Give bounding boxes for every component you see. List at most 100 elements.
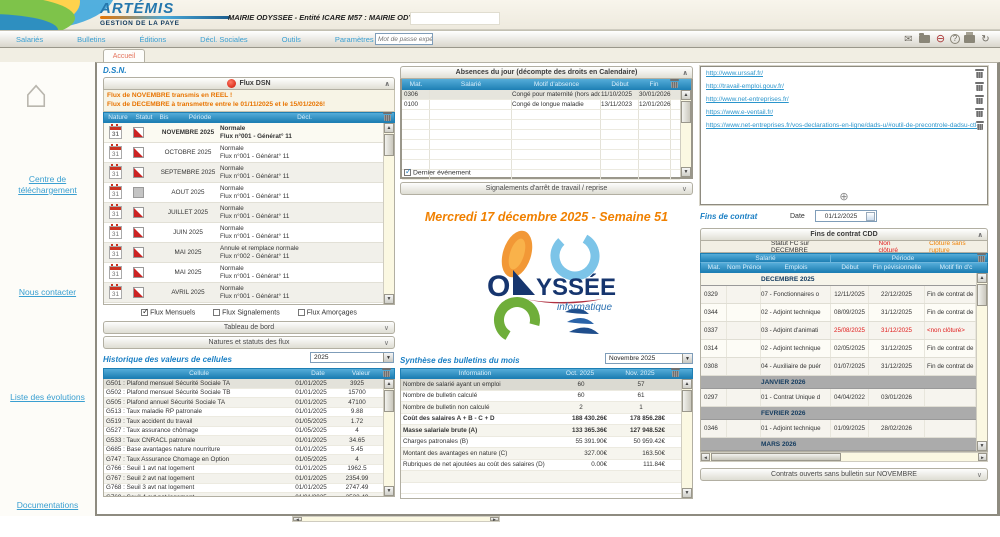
table-row[interactable]: 0100Congé de longue maladie13/11/202312/… bbox=[402, 100, 680, 110]
menu-salaries[interactable]: Salariés bbox=[16, 35, 43, 44]
content-horizontal-scrollbar[interactable]: ◄ ► bbox=[292, 516, 500, 522]
collapse-icon[interactable]: ∧ bbox=[977, 231, 983, 239]
natures-statuts-bar[interactable]: Natures et statuts des flux∨ bbox=[103, 336, 395, 349]
vertical-scrollbar[interactable]: ▲▼ bbox=[383, 123, 394, 304]
table-row[interactable]: G747 : Taux Assurance Chomage en Option0… bbox=[104, 455, 383, 465]
table-row[interactable]: G513 : Taux maladie RP patronale01/01/20… bbox=[104, 408, 383, 418]
net-entreprises-link[interactable]: http://www.net-entreprises.fr/ bbox=[706, 96, 789, 103]
date-input[interactable]: 01/12/2025 bbox=[815, 210, 877, 222]
table-row[interactable]: G505 : Plafond annuel Sécurité Sociale T… bbox=[104, 398, 383, 408]
sidebar-link-contacter[interactable]: Nous contacter bbox=[0, 287, 95, 298]
delete-column[interactable] bbox=[669, 79, 680, 90]
table-row[interactable]: 31JUIN 2025NormaleFlux n°001 - Générat° … bbox=[104, 223, 383, 243]
table-row[interactable]: G769 : Seuil 4 avt nat logement01/01/202… bbox=[104, 493, 383, 497]
filter-flux-mensuels[interactable]: Flux Mensuels bbox=[141, 309, 195, 316]
menu-parametres[interactable]: Paramètres bbox=[335, 35, 374, 44]
table-row[interactable]: G768 : Seuil 3 avt nat logement01/01/202… bbox=[104, 484, 383, 494]
trash-icon[interactable] bbox=[672, 368, 679, 377]
trash-icon[interactable] bbox=[978, 253, 985, 262]
help-icon[interactable]: ? bbox=[950, 34, 960, 44]
home-icon[interactable]: ⌂ bbox=[24, 74, 48, 114]
chevron-down-icon[interactable]: ▼ bbox=[682, 354, 692, 363]
signalements-bar[interactable]: Signalements d'arrêt de travail / repris… bbox=[400, 182, 693, 195]
menu-bulletins[interactable]: Bulletins bbox=[77, 35, 105, 44]
vertical-scrollbar[interactable]: ▲▼ bbox=[383, 379, 394, 496]
expand-icon[interactable]: ∨ bbox=[384, 339, 389, 347]
table-row[interactable]: 31NOVEMBRE 2025NormaleFlux n°001 - Génér… bbox=[104, 123, 383, 143]
trash-icon[interactable] bbox=[383, 368, 390, 377]
menu-decl-sociales[interactable]: Décl. Sociales bbox=[200, 35, 248, 44]
vertical-scrollbar[interactable]: ▲▼ bbox=[680, 90, 691, 177]
calendar-picker-icon[interactable] bbox=[866, 212, 875, 221]
menu-editions[interactable]: Éditions bbox=[139, 35, 166, 44]
sidebar-link-evolutions[interactable]: Liste des évolutions bbox=[0, 392, 95, 403]
expand-icon[interactable]: ∨ bbox=[384, 324, 389, 332]
sidebar-link-documentations[interactable]: Documentations bbox=[0, 500, 95, 511]
fins-cdd-header[interactable]: Fins de contrat CDD ∧ bbox=[700, 228, 988, 241]
password-input[interactable] bbox=[375, 33, 433, 45]
tab-accueil[interactable]: Accueil bbox=[103, 49, 145, 62]
checkbox-checked-icon[interactable] bbox=[404, 169, 411, 176]
table-row[interactable]: G767 : Seuil 2 avt nat logement01/01/202… bbox=[104, 474, 383, 484]
absences-panel-header[interactable]: Absences du jour (décompte des droits en… bbox=[400, 66, 693, 79]
table-row[interactable]: 031402 - Adjoint technique02/05/202531/1… bbox=[701, 340, 976, 358]
table-row[interactable]: 030804 - Auxiliaire de puér01/07/202531/… bbox=[701, 358, 976, 376]
filter-flux-signalements[interactable]: Flux Signalements bbox=[213, 309, 280, 316]
expand-icon[interactable]: ∨ bbox=[682, 185, 687, 193]
table-row[interactable]: 034402 - Adjoint technique08/09/202531/1… bbox=[701, 304, 976, 322]
table-row[interactable]: G502 : Plafond mensuel Sécurité Sociale … bbox=[104, 389, 383, 399]
trash-icon[interactable] bbox=[384, 112, 391, 121]
table-row[interactable]: 31JUILLET 2025NormaleFlux n°001 - Généra… bbox=[104, 203, 383, 223]
table-row[interactable]: 31AVRIL 2025NormaleFlux n°001 - Générat°… bbox=[104, 283, 383, 303]
checkbox-icon[interactable] bbox=[298, 309, 305, 316]
col-debut[interactable]: Début bbox=[601, 81, 639, 88]
dernier-evenement-filter[interactable]: Dernier événement bbox=[404, 169, 471, 176]
contrats-ouverts-bar[interactable]: Contrats ouverts sans bulletin sur NOVEM… bbox=[700, 468, 988, 481]
vertical-scrollbar[interactable]: ▲▼ bbox=[976, 273, 987, 451]
delete-column[interactable] bbox=[975, 253, 987, 264]
entity-input[interactable] bbox=[410, 12, 500, 25]
col-fin[interactable]: Fin bbox=[639, 81, 669, 88]
table-row[interactable]: 31MAI 2025NormaleFlux n°001 - Générat° 1… bbox=[104, 263, 383, 283]
table-row[interactable]: Nombre de bulletin calculé6061 bbox=[401, 391, 681, 403]
print-icon[interactable] bbox=[963, 33, 976, 45]
delete-column[interactable] bbox=[669, 368, 682, 379]
col-mat[interactable]: Mat. bbox=[701, 264, 727, 271]
vertical-scrollbar[interactable]: ▲▼ bbox=[681, 379, 692, 498]
collapse-icon[interactable]: ∧ bbox=[384, 80, 390, 88]
table-row[interactable]: G519 : Taux accident du travail01/05/202… bbox=[104, 417, 383, 427]
mail-icon[interactable]: ✉ bbox=[902, 33, 915, 45]
filter-flux-amorcages[interactable]: Flux Amorçages bbox=[298, 309, 357, 316]
table-row[interactable]: G766 : Seuil 1 avt nat logement01/01/202… bbox=[104, 465, 383, 475]
col-salarie[interactable]: Salarié bbox=[430, 81, 512, 88]
col-mat[interactable]: Mat. bbox=[402, 81, 430, 88]
col-emplois[interactable]: Emplois bbox=[761, 264, 831, 271]
table-row[interactable]: G527 : Taux assurance chômage01/05/20254 bbox=[104, 427, 383, 437]
table-row[interactable]: 31AOUT 2025NormaleFlux n°001 - Générat° … bbox=[104, 183, 383, 203]
table-row[interactable]: 0306Congé pour maternité (hors adop11/10… bbox=[402, 90, 680, 100]
plus-icon[interactable]: ⊕ bbox=[839, 191, 848, 203]
menu-outils[interactable]: Outils bbox=[282, 35, 301, 44]
urssaf-link[interactable]: http://www.urssaf.fr/ bbox=[706, 70, 763, 77]
year-select[interactable]: 2025▼ bbox=[310, 352, 394, 363]
remove-icon[interactable]: ⊖ bbox=[934, 33, 947, 45]
table-row[interactable]: Rubriques de net ajoutées au coût des sa… bbox=[401, 460, 681, 472]
delete-column[interactable] bbox=[380, 368, 393, 379]
trash-icon[interactable] bbox=[976, 95, 983, 104]
delete-column[interactable] bbox=[381, 112, 394, 123]
trash-icon[interactable] bbox=[976, 69, 983, 78]
horizontal-scrollbar[interactable]: ◄► bbox=[700, 452, 988, 462]
trash-icon[interactable] bbox=[671, 79, 678, 88]
chevron-down-icon[interactable]: ▼ bbox=[383, 353, 393, 362]
checkbox-checked-icon[interactable] bbox=[141, 309, 148, 316]
expand-icon[interactable]: ∨ bbox=[977, 471, 982, 479]
col-nom-prenom[interactable]: Nom Prénom bbox=[727, 264, 761, 271]
collapse-icon[interactable]: ∧ bbox=[682, 69, 688, 77]
e-ventail-link[interactable]: https://www.e-ventail.fr/ bbox=[706, 109, 773, 116]
table-row[interactable]: G501 : Plafond mensuel Sécurité Sociale … bbox=[104, 379, 383, 389]
col-debut[interactable]: Début bbox=[831, 264, 869, 271]
travail-emploi-link[interactable]: http://travail-emploi.gouv.fr/ bbox=[706, 83, 784, 90]
add-link-button[interactable]: ⊕ bbox=[701, 190, 987, 203]
trash-icon[interactable] bbox=[977, 121, 983, 130]
folder-icon[interactable] bbox=[918, 33, 931, 45]
